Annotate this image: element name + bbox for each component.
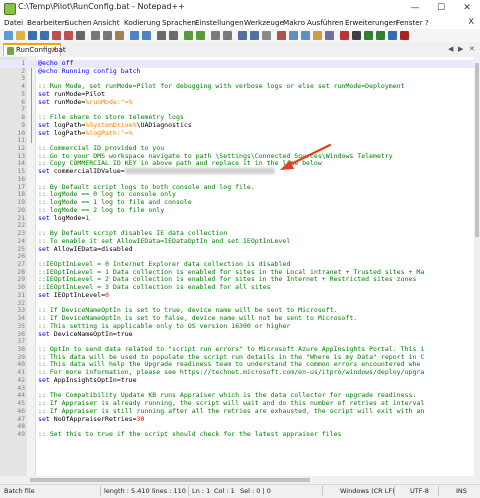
- title-bar: C:\Temp\Pilot\RunConfig.bat - Notepad++ …: [0, 0, 480, 18]
- spellcheck-icon[interactable]: [400, 31, 409, 40]
- save-icon[interactable]: [28, 31, 37, 40]
- annotation-arrow: [280, 143, 332, 170]
- indent-guide-icon[interactable]: [262, 31, 271, 40]
- save-all-icon[interactable]: [40, 31, 49, 40]
- playback-icon[interactable]: [364, 31, 373, 40]
- stop-record-icon[interactable]: [352, 31, 361, 40]
- arrow-shaft: [285, 143, 332, 168]
- menu-werkzeuge[interactable]: Werkzeuge: [244, 18, 284, 27]
- sync-h-icon[interactable]: [223, 31, 232, 40]
- new-file-icon[interactable]: [4, 31, 13, 40]
- replace-icon[interactable]: [169, 31, 178, 40]
- maximize-button[interactable]: ☐: [428, 0, 454, 17]
- menu-einstellungen[interactable]: Einstellungen: [195, 18, 244, 27]
- minimize-button[interactable]: —: [402, 0, 428, 17]
- tab-close-all-icon[interactable]: ✕: [469, 45, 475, 53]
- paste-icon[interactable]: [115, 31, 124, 40]
- close-button[interactable]: ✕: [454, 0, 480, 17]
- status-ln: Ln : 1: [192, 487, 211, 495]
- udl-icon[interactable]: [277, 31, 286, 40]
- sync-v-icon[interactable]: [211, 31, 220, 40]
- menu-help[interactable]: ?: [425, 18, 429, 27]
- zoom-out-icon[interactable]: [196, 31, 205, 40]
- show-all-chars-icon[interactable]: [250, 31, 259, 40]
- menu-fenster[interactable]: Fenster: [396, 18, 423, 27]
- close-all-icon[interactable]: [64, 31, 73, 40]
- menu-makro[interactable]: Makro: [283, 18, 305, 27]
- close-icon[interactable]: [52, 31, 61, 40]
- menu-ausfuehren[interactable]: Ausführen: [307, 18, 344, 27]
- code-editor[interactable]: 1 @echo off 2 @echo Running config batch 3 4:…: [0, 57, 474, 476]
- status-eol: Windows (CR LF): [340, 487, 395, 495]
- save-macro-icon[interactable]: [388, 31, 397, 40]
- menu-erweiterungen[interactable]: Erweiterungen: [345, 18, 398, 27]
- status-length: length : 5.410: [104, 487, 150, 495]
- close-document-button[interactable]: X: [469, 17, 474, 26]
- tab-label: RunConfig.bat: [16, 46, 66, 54]
- window-title: C:\Temp\Pilot\RunConfig.bat - Notepad++: [18, 2, 185, 11]
- status-lines: lines : 110: [152, 487, 186, 495]
- notepadpp-icon: [4, 3, 16, 15]
- function-list-icon[interactable]: [301, 31, 310, 40]
- saved-file-icon: [7, 47, 14, 55]
- tab-runconfig[interactable]: RunConfig.bat ✕: [3, 43, 66, 56]
- status-filetype: Batch file: [4, 487, 35, 495]
- arrow-head: [280, 160, 294, 170]
- record-icon[interactable]: [340, 31, 349, 40]
- redo-icon[interactable]: [142, 31, 151, 40]
- menu-bar: Datei Bearbeiten Suchen Ansicht Kodierun…: [0, 17, 480, 29]
- folder-workspace-icon[interactable]: [313, 31, 322, 40]
- menu-kodierung[interactable]: Kodierung: [124, 18, 160, 27]
- status-encoding: UTF-8: [410, 487, 429, 495]
- vertical-scroll-thumb[interactable]: [475, 63, 479, 237]
- doc-map-icon[interactable]: [289, 31, 298, 40]
- status-sel: Sel : 0 | 0: [240, 487, 271, 495]
- vertical-scrollbar[interactable]: [474, 57, 480, 476]
- menu-sprachen[interactable]: Sprachen: [162, 18, 196, 27]
- horizontal-scroll-thumb[interactable]: [30, 478, 310, 482]
- status-bar: Batch file length : 5.410 lines : 110 Ln…: [0, 484, 480, 498]
- menu-ansicht[interactable]: Ansicht: [93, 18, 120, 27]
- cut-icon[interactable]: [91, 31, 100, 40]
- print-icon[interactable]: [76, 31, 85, 40]
- tab-prev-icon[interactable]: ◀: [448, 45, 453, 53]
- zoom-in-icon[interactable]: [184, 31, 193, 40]
- tab-next-icon[interactable]: ▶: [458, 45, 463, 53]
- menu-suchen[interactable]: Suchen: [65, 18, 92, 27]
- menu-datei[interactable]: Datei: [4, 18, 23, 27]
- toolbar: [0, 29, 480, 43]
- status-col: Col : 1: [214, 487, 235, 495]
- monitoring-icon[interactable]: [325, 31, 334, 40]
- word-wrap-icon[interactable]: [238, 31, 247, 40]
- tab-close-icon[interactable]: ✕: [51, 46, 57, 54]
- status-insert-mode: INS: [456, 487, 467, 495]
- find-icon[interactable]: [157, 31, 166, 40]
- undo-icon[interactable]: [130, 31, 139, 40]
- horizontal-scrollbar[interactable]: [0, 476, 474, 484]
- menu-bearbeiten[interactable]: Bearbeiten: [27, 18, 67, 27]
- run-macro-icon[interactable]: [376, 31, 385, 40]
- open-file-icon[interactable]: [16, 31, 25, 40]
- copy-icon[interactable]: [103, 31, 112, 40]
- tab-bar: RunConfig.bat ✕ ◀ ▶ ✕: [0, 42, 480, 58]
